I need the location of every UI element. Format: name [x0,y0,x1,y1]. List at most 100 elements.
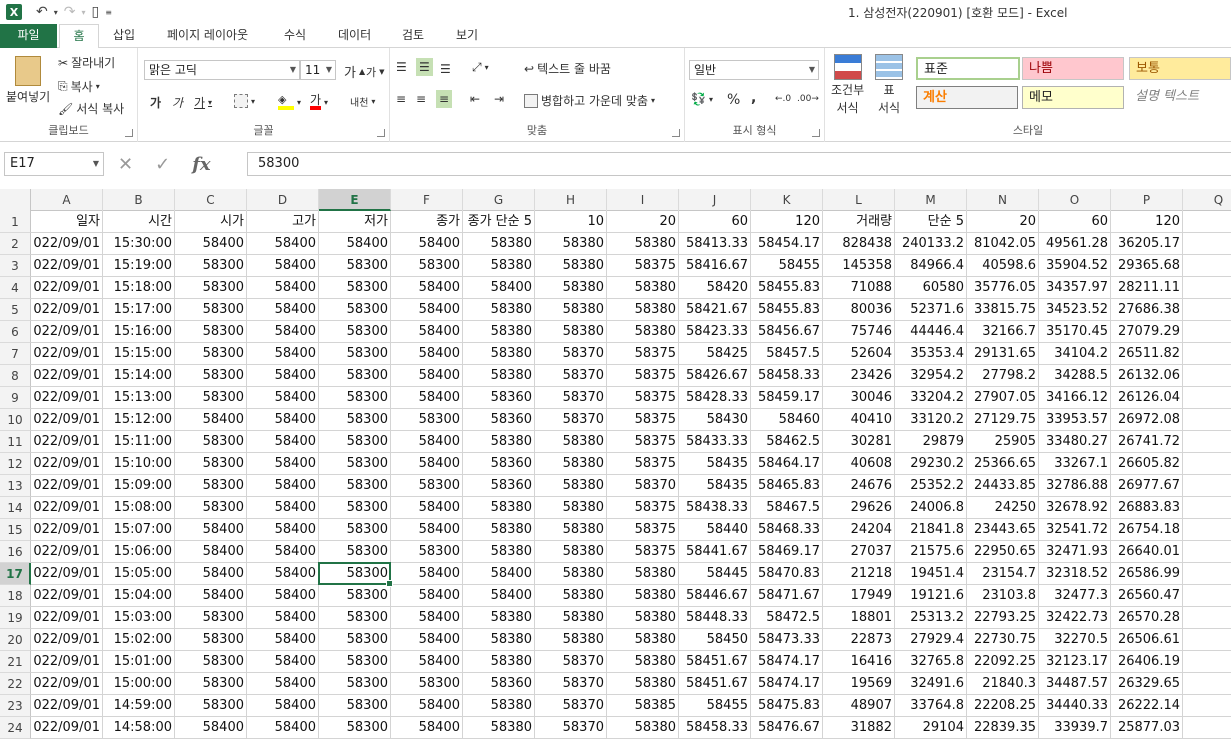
table-cell[interactable]: 58380 [607,629,679,651]
select-all-corner[interactable] [0,189,31,211]
table-cell[interactable]: 58421.67 [679,299,751,321]
table-cell[interactable]: 58400 [463,585,535,607]
table-cell[interactable]: 58380 [607,607,679,629]
table-cell[interactable]: 34523.52 [1039,299,1111,321]
header-cell[interactable] [1183,211,1231,233]
table-cell[interactable]: 32166.7 [967,321,1039,343]
table-cell[interactable]: 022/09/01 [31,563,103,585]
table-cell[interactable]: 58300 [319,717,391,739]
number-launcher-icon[interactable] [812,129,820,137]
table-cell[interactable]: 33953.57 [1039,409,1111,431]
table-cell[interactable]: 58467.5 [751,497,823,519]
table-cell[interactable] [1183,475,1231,497]
table-cell[interactable]: 15:13:00 [103,387,175,409]
table-cell[interactable]: 32954.2 [895,365,967,387]
table-cell[interactable]: 022/09/01 [31,519,103,541]
table-cell[interactable] [1183,497,1231,519]
table-cell[interactable]: 58470.83 [751,563,823,585]
table-cell[interactable]: 58300 [175,629,247,651]
table-cell[interactable]: 022/09/01 [31,343,103,365]
table-cell[interactable]: 58400 [247,387,319,409]
grow-font-button[interactable]: 가 ▲ [344,62,365,81]
table-cell[interactable]: 71088 [823,277,895,299]
table-cell[interactable]: 58458.33 [679,717,751,739]
table-cell[interactable]: 58400 [247,365,319,387]
table-cell[interactable]: 58370 [535,365,607,387]
row-header[interactable]: 13 [0,475,31,497]
table-cell[interactable]: 58430 [679,409,751,431]
table-cell[interactable]: 58420 [679,277,751,299]
table-cell[interactable]: 58380 [463,233,535,255]
table-cell[interactable]: 58400 [247,541,319,563]
decrease-indent-button[interactable]: ⇤ [470,92,480,106]
table-cell[interactable]: 58433.33 [679,431,751,453]
header-cell[interactable]: 10 [535,211,607,233]
table-cell[interactable]: 27798.2 [967,365,1039,387]
table-cell[interactable]: 58400 [247,629,319,651]
table-cell[interactable]: 58400 [391,563,463,585]
table-cell[interactable]: 58380 [463,717,535,739]
table-cell[interactable]: 58300 [175,673,247,695]
table-cell[interactable]: 26406.19 [1111,651,1183,673]
header-cell[interactable]: 시간 [103,211,175,233]
table-cell[interactable]: 25352.2 [895,475,967,497]
table-cell[interactable]: 58300 [319,563,391,585]
table-cell[interactable]: 26586.99 [1111,563,1183,585]
table-cell[interactable]: 58300 [391,541,463,563]
table-cell[interactable] [1183,563,1231,585]
table-cell[interactable]: 022/09/01 [31,673,103,695]
table-cell[interactable]: 58400 [391,233,463,255]
table-cell[interactable]: 58438.33 [679,497,751,519]
row-header[interactable]: 18 [0,585,31,607]
table-cell[interactable]: 25905 [967,431,1039,453]
row-header[interactable]: 22 [0,673,31,695]
table-cell[interactable]: 32541.72 [1039,519,1111,541]
table-cell[interactable] [1183,629,1231,651]
table-cell[interactable]: 58400 [247,673,319,695]
table-cell[interactable]: 58300 [319,409,391,431]
column-header-j[interactable]: J [679,189,751,211]
table-cell[interactable]: 58300 [175,387,247,409]
formula-input[interactable]: 58300 [247,152,1231,176]
table-cell[interactable]: 15:05:00 [103,563,175,585]
align-left-button[interactable]: ≡ [396,92,406,106]
table-cell[interactable]: 26132.06 [1111,365,1183,387]
format-painter-button[interactable]: 🖌 서식 복사 [58,100,124,117]
table-cell[interactable]: 26329.65 [1111,673,1183,695]
table-cell[interactable]: 58400 [247,651,319,673]
row-header[interactable]: 4 [0,277,31,299]
table-cell[interactable]: 28211.11 [1111,277,1183,299]
table-cell[interactable]: 58375 [607,541,679,563]
table-cell[interactable]: 35170.45 [1039,321,1111,343]
table-cell[interactable]: 15:09:00 [103,475,175,497]
align-right-button[interactable]: ≡ [436,90,453,108]
italic-button[interactable]: 가 [172,94,183,111]
table-cell[interactable]: 58380 [607,673,679,695]
table-cell[interactable]: 32270.5 [1039,629,1111,651]
table-cell[interactable]: 15:11:00 [103,431,175,453]
table-cell[interactable]: 58380 [607,277,679,299]
table-cell[interactable]: 15:19:00 [103,255,175,277]
table-cell[interactable]: 58380 [463,651,535,673]
table-cell[interactable]: 21575.6 [895,541,967,563]
style-note[interactable]: 메모 [1022,86,1124,109]
table-cell[interactable] [1183,299,1231,321]
column-header-b[interactable]: B [103,189,175,211]
table-cell[interactable]: 58400 [391,343,463,365]
table-cell[interactable]: 022/09/01 [31,299,103,321]
column-header-g[interactable]: G [463,189,535,211]
row-header[interactable]: 12 [0,453,31,475]
table-cell[interactable]: 58375 [607,255,679,277]
table-cell[interactable] [1183,651,1231,673]
decrease-decimal-button[interactable]: .00→ [797,94,819,104]
table-cell[interactable]: 58380 [463,629,535,651]
table-cell[interactable]: 58380 [607,563,679,585]
table-cell[interactable]: 58370 [607,475,679,497]
table-cell[interactable]: 23154.7 [967,563,1039,585]
paste-button[interactable]: 붙여넣기 [6,56,50,105]
header-cell[interactable]: 시가 [175,211,247,233]
column-header-k[interactable]: K [751,189,823,211]
table-cell[interactable]: 22092.25 [967,651,1039,673]
table-cell[interactable]: 58380 [607,651,679,673]
table-cell[interactable]: 33939.7 [1039,717,1111,739]
